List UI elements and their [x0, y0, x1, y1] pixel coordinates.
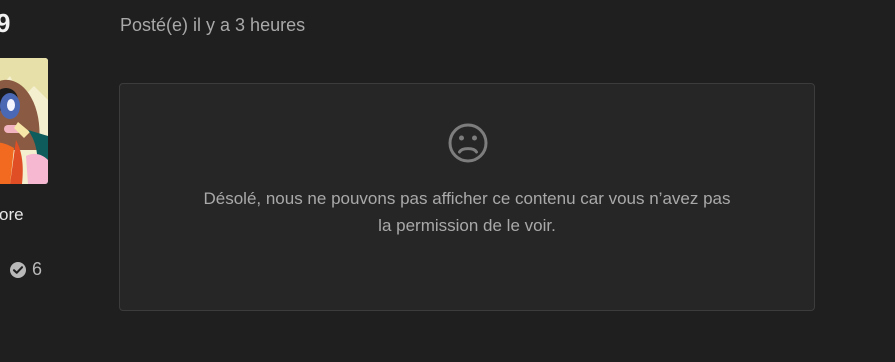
notice-line-2: la permission de le voir. — [378, 216, 556, 235]
notice-text: Désolé, nous ne pouvons pas afficher ce … — [150, 185, 784, 239]
check-circle-icon — [10, 261, 26, 278]
post-date[interactable]: Posté(e) il y a 3 heures — [120, 14, 305, 36]
author-name[interactable]: 9 — [0, 8, 10, 38]
reputation-badge[interactable]: 6 — [10, 259, 42, 280]
avatar-illustration — [0, 58, 48, 184]
permission-notice: Désolé, nous ne pouvons pas afficher ce … — [119, 83, 815, 311]
sad-face-icon — [447, 122, 489, 164]
reputation-count: 6 — [32, 259, 43, 279]
author-rank: ore — [0, 205, 24, 224]
notice-line-1: Désolé, nous ne pouvons pas afficher ce … — [203, 189, 731, 208]
avatar[interactable] — [0, 58, 48, 184]
